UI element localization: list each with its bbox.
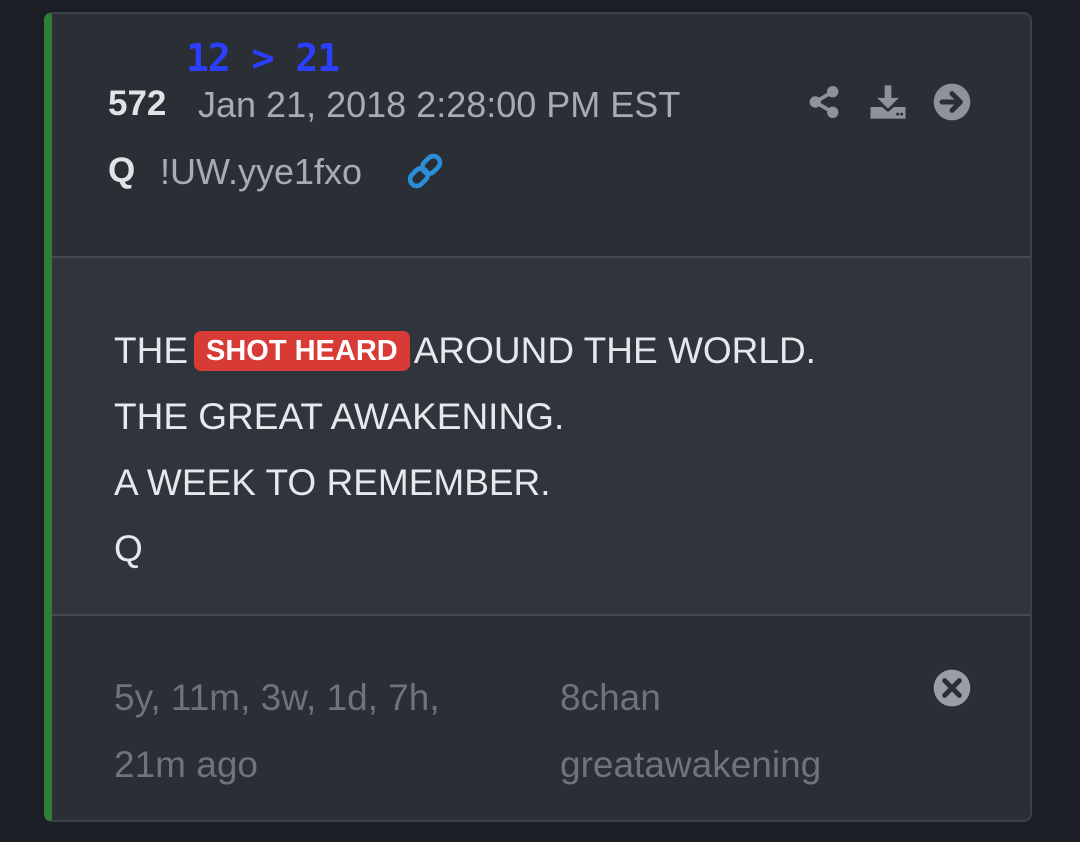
author-name: Q [108, 151, 136, 190]
body-line-1: THE SHOT HEARD AROUND THE WORLD. [114, 330, 816, 372]
time-ago: 5y, 11m, 3w, 1d, 7h, 21m ago [114, 664, 440, 798]
download-icon[interactable] [868, 82, 908, 122]
post-card: 12 > 21 572 Jan 21, 2018 2:28:00 PM EST [44, 12, 1032, 822]
time-ago-line-2: 21m ago [114, 744, 258, 785]
post-date: Jan 21, 2018 2:28:00 PM EST [198, 84, 681, 125]
post-header: 12 > 21 572 Jan 21, 2018 2:28:00 PM EST [52, 14, 1030, 256]
post-body: THE SHOT HEARD AROUND THE WORLD. THE GREAT… [52, 256, 1030, 616]
post-source: 8chan greatawakening [560, 664, 821, 798]
time-ago-line-1: 5y, 11m, 3w, 1d, 7h, [114, 677, 440, 718]
highlight-badge: SHOT HEARD [194, 331, 410, 371]
post-actions [804, 82, 972, 122]
share-icon[interactable] [804, 82, 844, 122]
line1-text-end: AROUND THE WORLD. [413, 330, 816, 371]
tripcode: !UW.yye1fxo [160, 151, 363, 192]
delta-label: 12 > 21 [186, 36, 340, 80]
source-board: 8chan [560, 677, 661, 718]
line1-text-start: THE [114, 330, 188, 371]
arrow-right-circle-icon[interactable] [932, 82, 972, 122]
source-thread: greatawakening [560, 744, 822, 785]
body-line-2: THE GREAT AWAKENING. [114, 396, 565, 437]
link-icon[interactable] [404, 150, 446, 192]
close-circle-icon[interactable] [932, 668, 972, 708]
body-line-4: Q [114, 528, 143, 569]
post-number: 572 [108, 84, 167, 123]
post-footer: 5y, 11m, 3w, 1d, 7h, 21m ago 8chan great… [52, 616, 1030, 820]
body-line-3: A WEEK TO REMEMBER. [114, 462, 551, 503]
